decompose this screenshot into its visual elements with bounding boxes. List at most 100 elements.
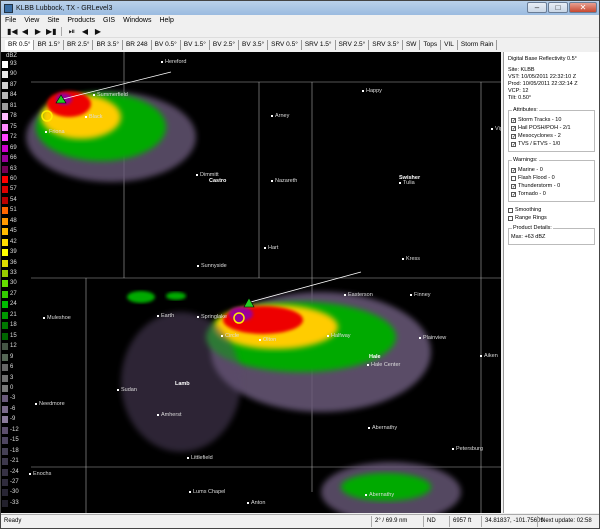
playback-button-2[interactable]: ▶ xyxy=(33,27,43,36)
attribute-checkbox-1[interactable]: ✓ Hail POSH/POH - 2/1 xyxy=(511,124,592,132)
legend-row: 33 xyxy=(2,270,30,277)
legend-swatch xyxy=(2,405,8,413)
checkbox-box[interactable]: ✓ xyxy=(511,167,516,173)
title-bar[interactable]: KLBB Lubbock, TX - GRLevel3 – □ ✕ xyxy=(1,1,599,15)
product-tab-9[interactable]: SRV 0.5° xyxy=(268,40,302,50)
menu-site[interactable]: Site xyxy=(47,17,59,24)
playback-button-6[interactable]: ▶ xyxy=(93,27,103,36)
status-bar: Ready 2° / 69.9 nm ND 6957 ft 34.81837, … xyxy=(1,514,599,528)
checkbox-box[interactable] xyxy=(511,175,516,181)
warning-checkbox-0[interactable]: ✓ Marine - 0 xyxy=(511,166,592,174)
county-label: Swisher xyxy=(399,175,421,181)
menu-products[interactable]: Products xyxy=(67,17,95,24)
town-label: Kress xyxy=(401,256,421,262)
checkbox-box[interactable]: ✓ xyxy=(511,133,516,139)
close-button[interactable]: ✕ xyxy=(569,2,597,13)
product-tab-11[interactable]: SRV 2.5° xyxy=(336,40,370,50)
playback-button-3[interactable]: ▶▮ xyxy=(46,27,57,36)
legend-label: 6 xyxy=(10,364,14,371)
product-tab-13[interactable]: SW xyxy=(403,40,421,50)
playback-button-1[interactable]: ◀ xyxy=(20,27,30,36)
legend-swatch xyxy=(2,270,8,277)
legend-swatch xyxy=(2,207,8,215)
checkbox-box[interactable]: ✓ xyxy=(511,141,516,147)
playback-button-4[interactable]: ⏯ xyxy=(67,27,77,37)
legend-row: 39 xyxy=(2,249,30,257)
menu-windows[interactable]: Windows xyxy=(123,17,151,24)
legend-swatch xyxy=(2,81,8,89)
menu-gis[interactable]: GIS xyxy=(103,17,115,24)
checkbox-box[interactable]: ✓ xyxy=(511,183,516,189)
maximize-button[interactable]: □ xyxy=(548,2,568,13)
legend-row: 45 xyxy=(2,228,30,236)
town-label: Black xyxy=(84,114,103,120)
county-label: Hale xyxy=(369,354,381,360)
product-tab-1[interactable]: BR 1.5° xyxy=(34,40,64,50)
town-label: Arney xyxy=(270,113,290,119)
product-tab-12[interactable]: SRV 3.5° xyxy=(369,40,403,50)
legend-row: 36 xyxy=(2,259,30,267)
radar-app-icon xyxy=(4,3,13,13)
checkbox-box[interactable]: ✓ xyxy=(511,191,516,197)
legend-swatch xyxy=(2,437,8,445)
product-tab-6[interactable]: BV 1.5° xyxy=(181,40,210,50)
legend-swatch xyxy=(2,259,8,267)
checkbox-box[interactable]: ✓ xyxy=(511,125,516,131)
warning-checkbox-3[interactable]: ✓ Tornado - 0 xyxy=(511,190,592,198)
menu-file[interactable]: File xyxy=(5,17,16,24)
legend-row: -18 xyxy=(2,447,30,455)
attribute-checkbox-0[interactable]: ✓ Storm Tracks - 10 xyxy=(511,116,592,124)
warning-checkbox-1[interactable]: Flash Flood - 0 xyxy=(511,174,592,182)
checkbox-box[interactable]: ✓ xyxy=(511,117,516,123)
legend-label: 60 xyxy=(10,175,17,182)
checkbox-box[interactable] xyxy=(508,207,513,213)
attribute-checkbox-3[interactable]: ✓ TVS / ETVS - 1/0 xyxy=(511,140,592,148)
product-tab-8[interactable]: BV 3.5° xyxy=(239,40,269,50)
attribute-checkbox-2[interactable]: ✓ Mesocyclones - 2 xyxy=(511,132,592,140)
legend-label: 87 xyxy=(10,81,17,88)
legend-row: -12 xyxy=(2,426,30,434)
legend-swatch xyxy=(2,499,8,507)
playback-button-0[interactable]: ▮◀ xyxy=(7,27,18,36)
checkbox-box[interactable] xyxy=(508,215,513,221)
legend-swatch xyxy=(2,71,8,79)
town-label: Olton xyxy=(258,337,277,343)
warnings-group: Warnings: ✓ Marine - 0 Flash Flood - 0 ✓ Thu… xyxy=(508,157,595,202)
legend-label: 24 xyxy=(10,301,17,308)
town-label: Finney xyxy=(410,292,431,298)
legend-swatch xyxy=(2,447,8,455)
product-tab-5[interactable]: BV 0.5° xyxy=(152,40,181,50)
product-tab-7[interactable]: BV 2.5° xyxy=(210,40,239,50)
legend-row: 72 xyxy=(2,134,30,142)
product-tab-4[interactable]: BR 248 xyxy=(123,40,152,50)
menu-view[interactable]: View xyxy=(24,17,39,24)
legend-row: 9 xyxy=(2,353,30,361)
product-tab-3[interactable]: BR 3.5° xyxy=(93,40,123,50)
product-tab-10[interactable]: SRV 1.5° xyxy=(302,40,336,50)
legend-swatch xyxy=(2,113,8,121)
town-label: Petersburg xyxy=(452,446,483,452)
town-label: Hereford xyxy=(160,59,187,65)
legend-swatch xyxy=(2,395,8,403)
smoothing-checkbox[interactable]: Smoothing xyxy=(508,206,595,214)
range-rings-checkbox[interactable]: Range Rings xyxy=(508,214,595,222)
legend-swatch xyxy=(2,384,8,392)
legend-swatch xyxy=(2,61,8,68)
menu-help[interactable]: Help xyxy=(159,17,173,24)
legend-swatch xyxy=(2,311,8,319)
legend-swatch xyxy=(2,468,8,476)
legend-swatch xyxy=(2,458,8,466)
product-tab-0[interactable]: BR 0.5° xyxy=(5,40,35,50)
town-label: Happy xyxy=(362,88,382,94)
product-tab-16[interactable]: Storm Rain xyxy=(458,40,498,50)
warning-checkbox-2[interactable]: ✓ Thunderstorm - 0 xyxy=(511,182,592,190)
product-tab-14[interactable]: Tops xyxy=(420,40,442,50)
product-tab-2[interactable]: BR 2.5° xyxy=(64,40,94,50)
product-tab-15[interactable]: VIL xyxy=(441,40,458,50)
radar-map[interactable]: dBZ 93 90 87 84 81 78 75 72 69 66 63 60 57 54 51 48 45 42… xyxy=(1,52,501,513)
minimize-button[interactable]: – xyxy=(527,2,547,13)
details-title: Product Details: xyxy=(512,225,553,231)
playback-button-5[interactable]: ◀ xyxy=(80,27,90,36)
attribute-label: Hail POSH/POH - 2/1 xyxy=(518,125,571,131)
legend-row: 42 xyxy=(2,238,30,246)
